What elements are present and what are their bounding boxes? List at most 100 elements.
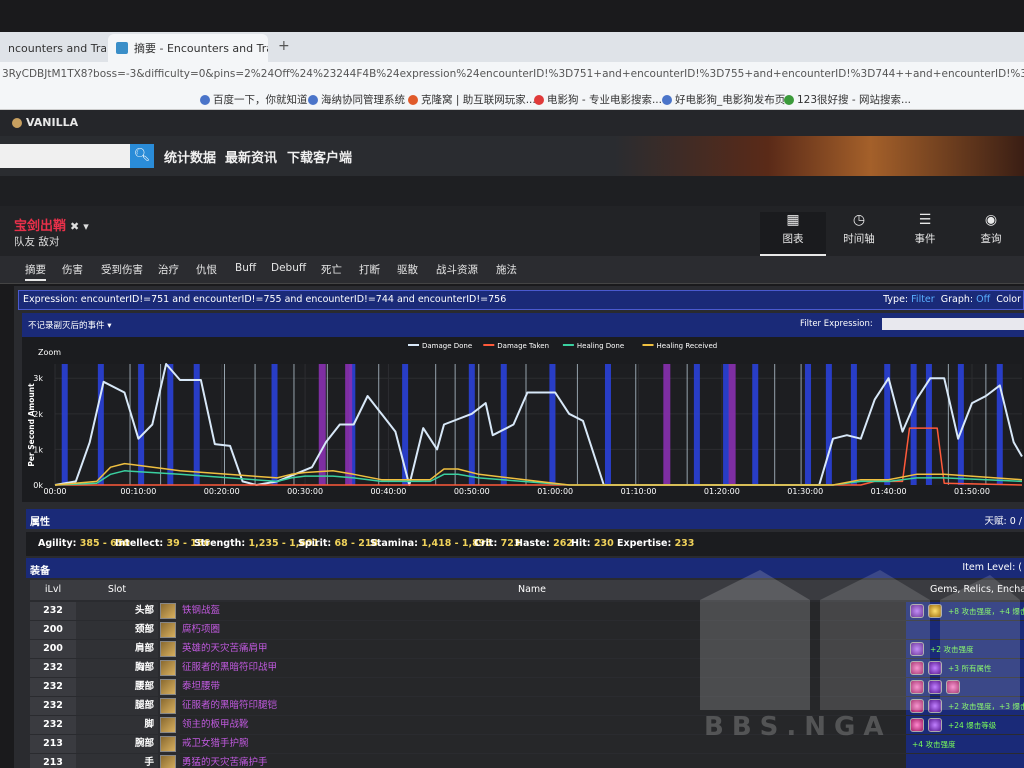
subtab-damage-taken[interactable]: 受到伤害 xyxy=(101,262,143,277)
col-slot[interactable]: Slot xyxy=(76,580,158,600)
plot-area xyxy=(55,364,1022,485)
gear-row[interactable]: 232 头部 铁钢战盔 +8 攻击强度，+4 爆击 xyxy=(30,602,1024,620)
subtab-threat[interactable]: 仇恨 xyxy=(196,262,217,277)
event-marker-blue xyxy=(138,364,145,485)
chevron-down-icon[interactable]: ▾ xyxy=(83,220,89,233)
type-filter-link[interactable]: Filter xyxy=(911,294,935,305)
item-icon[interactable] xyxy=(160,736,176,752)
gem-icon[interactable] xyxy=(946,680,960,694)
item-icon[interactable] xyxy=(160,679,176,695)
zoom-label[interactable]: Zoom xyxy=(38,348,61,357)
item-gems: +2 攻击强度 xyxy=(906,640,1024,658)
gear-row[interactable]: 232 胸部 征服者的黑暗符印战甲 +3 所有属性 xyxy=(30,659,1024,677)
view-tab-chart[interactable]: ▦ 图表 xyxy=(760,212,826,256)
gem-icon[interactable] xyxy=(928,661,942,675)
gear-title: 装备 xyxy=(30,566,50,577)
legend-entry[interactable]: Healing Done xyxy=(577,342,624,350)
event-filter-dropdown[interactable]: 不记录副灭后的事件 ▾ xyxy=(28,319,111,331)
item-name-link[interactable]: 勇猛的天灾苦痛护手 xyxy=(180,754,910,768)
legend-entry[interactable]: Healing Received xyxy=(657,342,718,350)
subtab-buff[interactable]: Buff xyxy=(235,262,256,274)
new-tab-button[interactable]: + xyxy=(278,38,290,54)
report-subtitle[interactable]: 队友 敌对 xyxy=(14,234,59,249)
bookmark-item[interactable]: 百度一下，你就知道 xyxy=(200,92,308,107)
site-search-input[interactable] xyxy=(0,144,130,168)
graph-off-link[interactable]: Off xyxy=(976,294,990,305)
nav-link-stats[interactable]: 统计数据 xyxy=(164,147,216,166)
report-title[interactable]: 宝剑出鞘 ✖ ▾ xyxy=(14,215,89,234)
subtab-healing[interactable]: 治疗 xyxy=(158,262,179,277)
view-tab-timeline[interactable]: ◷ 时间轴 xyxy=(826,212,892,256)
view-tab-query[interactable]: ◉ 查询 xyxy=(958,212,1024,256)
color-option[interactable]: Color xyxy=(996,294,1021,305)
item-icon[interactable] xyxy=(160,660,176,676)
bookmark-item[interactable]: 电影狗 - 专业电影搜索... xyxy=(534,92,662,107)
nav-link-news[interactable]: 最新资讯 xyxy=(225,147,277,166)
gear-row[interactable]: 200 肩部 英雄的天灾苦痛肩甲 +2 攻击强度 xyxy=(30,640,1024,658)
gem-icon[interactable] xyxy=(910,661,924,675)
site-nav: 🔍︎ 统计数据 最新资讯 下载客户端 xyxy=(0,136,1024,176)
subtab-deaths[interactable]: 死亡 xyxy=(321,262,342,277)
gem-icon[interactable] xyxy=(928,718,942,732)
item-level: 232 xyxy=(30,659,76,677)
gem-icon[interactable] xyxy=(928,604,942,618)
summary-chart[interactable]: 3k 2k 1k 0k 00:00 00:10:00 00:20:00 00:30:00 00:… xyxy=(22,337,1024,502)
item-icon[interactable] xyxy=(160,603,176,619)
subtab-dispels[interactable]: 驱散 xyxy=(397,262,418,277)
bookmark-item[interactable]: 好电影狗_电影狗发布页 xyxy=(662,92,785,107)
gear-row[interactable]: 200 颈部 腐朽项圈 xyxy=(30,621,1024,639)
item-name-link[interactable]: 英雄的天灾苦痛肩甲 xyxy=(180,640,910,658)
item-icon[interactable] xyxy=(160,641,176,657)
gear-row[interactable]: 213 手 勇猛的天灾苦痛护手 xyxy=(30,754,1024,768)
item-icon[interactable] xyxy=(160,717,176,733)
item-icon[interactable] xyxy=(160,622,176,638)
gem-icon[interactable] xyxy=(910,680,924,694)
bookmark-item[interactable]: 克隆窝 | 助互联网玩家... xyxy=(408,92,536,107)
x-tick-label: 00:40:00 xyxy=(370,487,406,496)
expression-text[interactable]: Expression: encounterID!=751 and encount… xyxy=(23,294,506,305)
gem-icon[interactable] xyxy=(910,699,924,713)
item-level-label: Item Level: ( xyxy=(962,562,1022,573)
subtab-debuff[interactable]: Debuff xyxy=(271,262,306,274)
item-icon[interactable] xyxy=(160,755,176,768)
bookmarks-bar: 百度一下，你就知道 海纳协同管理系统 克隆窝 | 助互联网玩家... 电影狗 -… xyxy=(0,88,1024,110)
search-button[interactable]: 🔍︎ xyxy=(130,144,154,168)
legend-entry[interactable]: Damage Taken xyxy=(497,342,549,350)
gear-row[interactable]: 232 腰部 泰坦腰带 xyxy=(30,678,1024,696)
x-tick-label: 01:40:00 xyxy=(871,487,907,496)
subtab-casts[interactable]: 施法 xyxy=(496,262,517,277)
x-tick-label: 00:50:00 xyxy=(454,487,490,496)
browser-tab-2[interactable]: 摘要 - Encounters and Trash F ✕ xyxy=(108,34,268,62)
view-tab-events[interactable]: ☰ 事件 xyxy=(892,212,958,256)
subtab-summary[interactable]: 摘要 xyxy=(25,262,46,281)
bookmark-item[interactable]: 海纳协同管理系统 xyxy=(308,92,405,107)
col-ilvl[interactable]: iLvl xyxy=(30,580,76,600)
item-gems: +2 攻击强度，+3 爆击 xyxy=(906,697,1024,715)
gem-icon[interactable] xyxy=(928,680,942,694)
item-name-link[interactable]: 征服者的黑暗符印战甲 xyxy=(180,659,910,677)
col-name[interactable]: Name xyxy=(158,580,906,600)
close-icon[interactable]: ✖ xyxy=(70,220,79,233)
subtab-damage[interactable]: 伤害 xyxy=(62,262,83,277)
bookmark-item[interactable]: 123很好搜 - 网站搜索... xyxy=(784,92,911,107)
y-tick-label: 0k xyxy=(33,481,43,490)
subtab-interrupts[interactable]: 打断 xyxy=(359,262,380,277)
event-marker-blue xyxy=(468,364,475,485)
nav-link-download[interactable]: 下载客户端 xyxy=(287,147,352,166)
event-marker-blue xyxy=(271,364,278,485)
subtab-resources[interactable]: 战斗资源 xyxy=(436,262,478,277)
browser-tab-1[interactable]: ncounters and Trash F ✕ xyxy=(0,34,106,62)
gem-icon[interactable] xyxy=(910,604,924,618)
item-name-link[interactable]: 腐朽项圈 xyxy=(180,621,910,639)
site-logo[interactable]: VANILLA xyxy=(12,116,78,129)
item-name-link[interactable]: 铁钢战盔 xyxy=(180,602,910,620)
item-name-link[interactable]: 泰坦腰带 xyxy=(180,678,910,696)
watermark-text: BBS.NGA xyxy=(704,712,892,742)
item-icon[interactable] xyxy=(160,698,176,714)
address-bar[interactable]: 3RyCDBJtM1TX8?boss=-3&difficulty=0&pins=… xyxy=(0,62,1024,88)
gem-icon[interactable] xyxy=(928,699,942,713)
gem-icon[interactable] xyxy=(910,642,924,656)
gem-icon[interactable] xyxy=(910,718,924,732)
filter-expression-input[interactable] xyxy=(882,318,1024,330)
legend-entry[interactable]: Damage Done xyxy=(422,342,472,350)
